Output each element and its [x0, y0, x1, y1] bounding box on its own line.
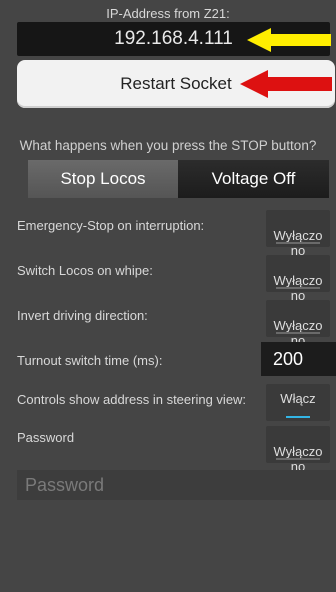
emergency-stop-toggle[interactable]: Wyłączo no	[266, 210, 330, 258]
turnout-time-label: Turnout switch time (ms):	[17, 353, 163, 368]
ip-address-caption: IP-Address from Z21:	[106, 6, 230, 21]
voltage-off-option[interactable]: Voltage Off	[178, 160, 329, 198]
controls-address-label: Controls show address in steering view:	[17, 392, 247, 407]
toggle-indicator	[276, 458, 320, 460]
password-label: Password	[17, 430, 75, 445]
switch-locos-label: Switch Locos on whipe:	[17, 263, 153, 278]
password-toggle[interactable]: Wyłączo no	[266, 426, 330, 474]
stop-button-question: What happens when you press the STOP but…	[19, 138, 317, 153]
invert-direction-label: Invert driving direction:	[17, 308, 148, 323]
stop-locos-option[interactable]: Stop Locos	[28, 160, 178, 198]
toggle-indicator	[276, 332, 320, 334]
red-arrow-icon	[240, 70, 332, 98]
toggle-indicator	[276, 242, 320, 244]
yellow-arrow-icon	[247, 28, 331, 52]
turnout-time-input[interactable]: 200	[261, 342, 336, 376]
toggle-indicator	[276, 287, 320, 289]
switch-locos-toggle[interactable]: Wyłączo no	[266, 255, 330, 303]
controls-address-toggle-text: Włącz	[280, 391, 316, 406]
toggle-indicator	[286, 416, 310, 418]
emergency-stop-label: Emergency-Stop on interruption:	[17, 218, 205, 233]
invert-direction-toggle[interactable]: Wyłączo no	[266, 300, 330, 348]
controls-address-toggle[interactable]: Włącz	[266, 384, 330, 421]
password-input[interactable]: Password	[17, 470, 336, 500]
